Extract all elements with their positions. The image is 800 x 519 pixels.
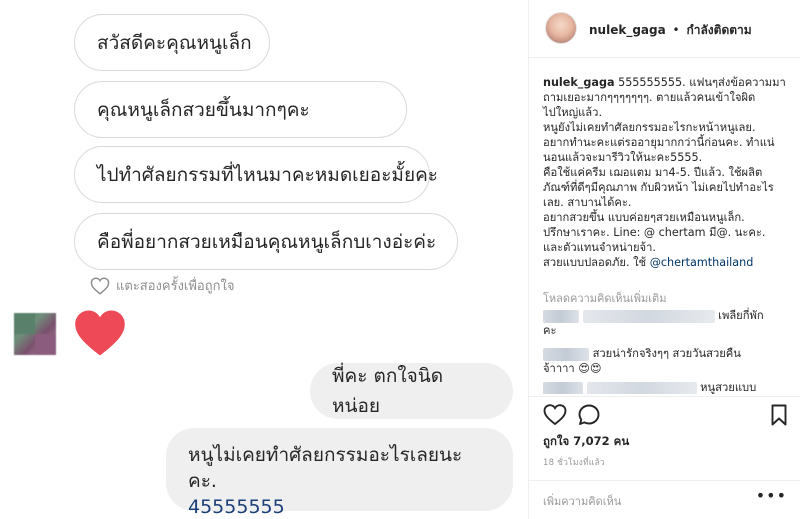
message-text: ไปทำศัลยกรรมที่ไหนมาคะหมดเยอะมั้ยคะ — [97, 163, 438, 186]
blurred-username[interactable] — [543, 381, 583, 394]
comment-text: เพลียกี่พัก — [718, 309, 764, 322]
caption-line: ปรึกษาเราคะ. Line: @ chertam มี@. นะคะ. — [543, 226, 766, 239]
caption-line: ภัณฑ์ที่ดีๆมีคุณภาพ กับผิวหน้า ไม่เคยไปท… — [543, 181, 774, 194]
heart-outline-icon — [90, 276, 110, 295]
post-timestamp: 18 ชั่วโมงที่แล้ว — [543, 458, 605, 468]
caption-line: ถามเยอะมากๆๆๆๆๆๆๆ. ตายแล้วคนเข้าใจผิด — [543, 91, 756, 104]
comment-item: เพลียกี่พัก คะ — [543, 308, 791, 338]
caption-username[interactable]: nulek_gaga — [543, 76, 615, 89]
mention-link[interactable]: @chertamthailand — [650, 256, 754, 269]
blurred-text — [586, 381, 697, 394]
caption-line: นอนแล้วจะมารีวิวให้นะคะ5555. — [543, 151, 703, 164]
message-bubble-outgoing[interactable]: คือพี่อยากสวยเหมือนคุณหนูเล็กบเางอ่ะค่ะ — [74, 213, 458, 270]
load-more-comments-link[interactable]: โหลดความคิดเห็นเพิ่มเติม — [543, 289, 666, 307]
follow-status-button[interactable]: กำลังติดตาม — [686, 23, 751, 37]
header-separator: • — [672, 23, 680, 37]
bookmark-icon[interactable] — [767, 403, 791, 427]
comment-icon[interactable] — [577, 403, 601, 427]
message-bubble-outgoing[interactable]: สวัสดีคะคุณหนูเล็ก — [74, 14, 270, 71]
message-bubble-incoming[interactable]: พี่คะ ตกใจนิดหน่อย — [310, 363, 513, 419]
caption-line: ไปใหญ่แล้ว. — [543, 106, 603, 119]
add-comment-bar: เพิ่มความคิดเห็น ••• — [529, 480, 800, 519]
message-bubble-outgoing[interactable]: ไปทำศัลยกรรมที่ไหนมาคะหมดเยอะมั้ยคะ — [74, 146, 438, 203]
message-text: คุณหนูเล็กสวยขึ้นมากๆคะ — [97, 98, 310, 121]
message-number: 45555555 — [188, 496, 285, 518]
caption-line: อยากทำนะคะแต่รออายุมากกว่านี้ก่อนคะ. ทำแ… — [543, 136, 775, 149]
caption-line: และตัวแทนจำหน่ายจ้า. — [543, 241, 656, 254]
message-text: คือพี่อยากสวยเหมือนคุณหนูเล็กบเางอ่ะค่ะ — [97, 230, 437, 253]
message-bubble-incoming[interactable]: หนูไม่เคยทำศัลยกรรมอะไรเลยนะคะ. 45555555 — [166, 428, 513, 518]
comment-text: สวยน่ารักจริงๆๆ สวยวันสวยคืน — [592, 347, 741, 360]
heart-outline-icon[interactable] — [543, 403, 567, 427]
message-text: สวัสดีคะคุณหนูเล็ก — [97, 31, 252, 54]
comment-item: สวยน่ารักจริงๆๆ สวยวันสวยคืน จ้าาาา 😍😍 — [543, 346, 791, 376]
add-comment-input[interactable]: เพิ่มความคิดเห็น — [543, 492, 621, 510]
post-caption: nulek_gaga 555555555. แฟนๆส่งข้อความมา ถ… — [543, 75, 791, 270]
blurred-text — [582, 309, 715, 323]
post-actions — [529, 396, 800, 430]
caption-text: สวยแบบปลอดภัย. ใช้ — [543, 256, 650, 269]
caption-line: หนูยังไม่เคยทำศัลยกรรมอะไรกะหน้าหนูเลย. — [543, 121, 756, 134]
message-text: พี่คะ ตกใจนิดหน่อย — [332, 365, 444, 417]
caption-line: อยากสวยขึ้น แบบค่อยๆสวยเหมือนหนูเล็ก. — [543, 211, 745, 224]
caption-line: คือใช้แค่ครีม เฌอแตม มา4-5. ปีแล้ว. ใช้ผ… — [543, 166, 763, 179]
more-icon[interactable]: ••• — [756, 486, 787, 505]
blurred-avatar[interactable] — [14, 313, 56, 355]
instagram-post-panel: nulek_gaga • กำลังติดตาม nulek_gaga 5555… — [528, 0, 800, 519]
blurred-username[interactable] — [543, 309, 579, 323]
caption-line: เลย. สาบานได้คะ. — [543, 196, 632, 209]
heart-reaction-icon[interactable] — [73, 308, 127, 358]
message-text: หนูไม่เคยทำศัลยกรรมอะไรเลยนะคะ. — [188, 444, 463, 492]
message-bubble-outgoing[interactable]: คุณหนูเล็กสวยขึ้นมากๆคะ — [74, 81, 407, 138]
likes-count[interactable]: ถูกใจ 7,072 คน — [543, 433, 629, 451]
comment-text: คะ — [543, 324, 557, 337]
blurred-username[interactable] — [543, 347, 589, 361]
like-hint-text: แตะสองครั้งเพื่อถูกใจ — [116, 279, 235, 294]
avatar[interactable] — [545, 12, 577, 44]
caption-text: 555555555. แฟนๆส่งข้อความมา — [614, 76, 786, 89]
comment-text: หนูสวยแบบ — [700, 381, 757, 394]
comment-item: หนูสวยแบบ — [543, 380, 791, 394]
double-tap-like-hint: แตะสองครั้งเพื่อถูกใจ — [90, 275, 234, 296]
comment-text: จ้าาาา 😍😍 — [543, 362, 602, 375]
direct-message-thread: สวัสดีคะคุณหนูเล็ก คุณหนูเล็กสวยขึ้นมากๆ… — [0, 0, 528, 519]
post-header: nulek_gaga • กำลังติดตาม — [529, 0, 800, 58]
header-username[interactable]: nulek_gaga — [589, 23, 666, 37]
